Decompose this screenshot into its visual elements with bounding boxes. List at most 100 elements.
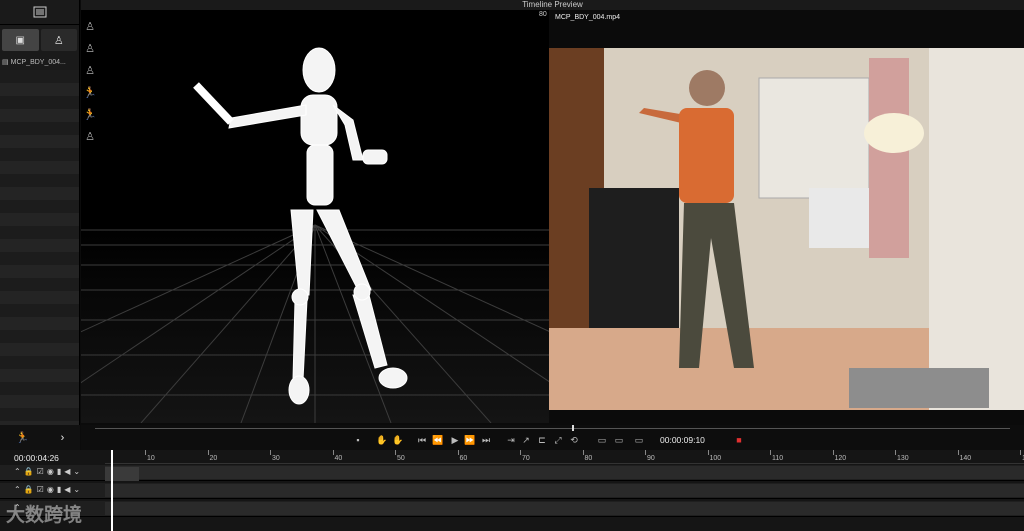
loop-icon[interactable]: ⟲	[568, 436, 580, 445]
step-back-icon[interactable]: ⏪	[432, 436, 444, 445]
ruler-tick-label: 30	[272, 455, 280, 462]
ruler-tick-label: 70	[522, 455, 530, 462]
watermark: 大数跨境	[6, 505, 83, 526]
trim-icon[interactable]: ⊏	[536, 436, 548, 445]
check-icon[interactable]: ☑	[37, 467, 44, 476]
scrub-bar[interactable]	[95, 428, 1010, 429]
ruler-tick-label: 60	[459, 455, 468, 462]
chevron-up-icon[interactable]: ⌃	[14, 485, 21, 494]
ruler-tick	[582, 450, 584, 455]
person-icon[interactable]: ♙	[83, 20, 97, 34]
sidebar: ▣ ♙ ▤ MCP_BDY_004...	[0, 0, 80, 425]
header-title: Timeline Preview	[522, 0, 583, 9]
eye-icon[interactable]: ◉	[47, 467, 54, 476]
ruler-tick-label: 110	[772, 455, 784, 462]
track-row: ⌃	[0, 501, 1024, 517]
person-icon: ♙	[53, 34, 64, 47]
mark-in-icon[interactable]: ⇥	[505, 436, 517, 445]
pose-icon[interactable]: 🏃	[83, 108, 97, 122]
comment-icon[interactable]: ▪	[352, 436, 364, 445]
clip-icon: ▤	[2, 59, 9, 66]
ruler-tick-label: 50	[397, 455, 405, 462]
list-item[interactable]: ▤ MCP_BDY_004...	[2, 58, 66, 67]
speaker-icon[interactable]: ◀	[64, 467, 70, 476]
list-icon	[33, 6, 46, 18]
ruler-tick-label: 90	[647, 455, 655, 462]
ruler-tick	[145, 450, 146, 455]
eye-icon[interactable]: ◉	[47, 485, 54, 494]
ruler-tick-label: 100	[709, 455, 722, 462]
chevron-down-icon[interactable]: ⌄	[73, 467, 80, 476]
file-label: MCP_BDY_004...	[10, 58, 66, 66]
track-lane[interactable]	[105, 466, 1024, 479]
playhead[interactable]	[111, 450, 113, 531]
timeline-timecode: 00:00:04:26	[14, 453, 59, 463]
chevron-right-icon[interactable]: ›	[61, 432, 65, 444]
ruler-tick	[1020, 450, 1021, 455]
video-title: MCP_BDY_004.mp4	[555, 14, 620, 21]
trash-icon[interactable]: ▮	[57, 485, 61, 494]
scrub-handle[interactable]	[572, 425, 574, 431]
character-toolstrip: ♙ ♙ ♙ 🏃 🏃 ♙	[83, 20, 101, 152]
ruler-tick-label: 40	[334, 455, 343, 462]
clip-icon: ▣	[15, 34, 25, 46]
trash-icon[interactable]: ▮	[57, 467, 61, 476]
hand-icon[interactable]: ✋	[392, 436, 404, 445]
frame-number: 80	[539, 11, 547, 18]
view-dual-icon[interactable]: ▭	[632, 436, 646, 445]
motion-tab[interactable]: 🏃 ›	[0, 425, 80, 450]
ruler-tick	[957, 450, 959, 455]
3d-viewport[interactable]	[81, 10, 549, 423]
ruler-tick	[270, 450, 271, 455]
tab-characters[interactable]: ♙	[40, 29, 77, 51]
clip-list	[0, 70, 79, 425]
ruler-tick	[895, 450, 896, 455]
ruler-tick-label: 20	[209, 455, 218, 462]
ruler-tick	[645, 450, 646, 455]
video-preview[interactable]	[549, 48, 1024, 410]
lock-icon[interactable]: 🔒	[24, 467, 34, 476]
hand-icon[interactable]: ✋	[376, 436, 388, 445]
person-icon[interactable]: ♙	[83, 42, 97, 56]
transport-timecode: 00:00:09:10	[660, 435, 705, 445]
trim-icon[interactable]: ⤢	[552, 436, 564, 445]
tab-clips[interactable]: ▣	[2, 29, 39, 51]
person-icon[interactable]: ♙	[83, 64, 97, 78]
skip-end-icon[interactable]: ⏭	[480, 436, 492, 445]
ruler-tick-label: 140	[959, 455, 972, 462]
ruler-tick	[332, 450, 334, 455]
speaker-icon[interactable]: ◀	[64, 485, 70, 494]
list-menu-button[interactable]	[0, 0, 79, 25]
ruler-tick	[770, 450, 771, 455]
step-forward-icon[interactable]: ⏩	[464, 436, 476, 445]
timeline-ruler[interactable]: 102030405060708090100110120130140150	[105, 450, 1024, 464]
floor-grid	[81, 47, 549, 423]
pose-icon: 🏃	[15, 432, 30, 444]
track-lane[interactable]	[105, 484, 1024, 497]
ruler-tick	[707, 450, 709, 455]
timeline-preview-header: Timeline Preview	[81, 0, 1024, 10]
mark-out-icon[interactable]: ↗	[520, 436, 532, 445]
view-split-icon[interactable]: ▭	[612, 436, 626, 445]
check-icon[interactable]: ☑	[37, 485, 44, 494]
ruler-tick-label: 10	[147, 455, 155, 462]
view-single-icon[interactable]: ▭	[595, 436, 609, 445]
skeleton-figure	[193, 47, 408, 405]
ruler-tick	[207, 450, 209, 455]
record-icon[interactable]: ■	[733, 436, 745, 445]
lock-icon[interactable]: 🔒	[24, 485, 34, 494]
ruler-tick-label: 120	[834, 455, 847, 462]
ruler-tick-label: 130	[897, 455, 909, 462]
ruler-tick	[520, 450, 521, 455]
chevron-up-icon[interactable]: ⌃	[14, 467, 21, 476]
skip-start-icon[interactable]: ⏮	[416, 436, 428, 445]
ruler-tick-label: 80	[584, 455, 593, 462]
pose-icon[interactable]: 🏃	[83, 86, 97, 100]
video-frame-image	[549, 48, 1024, 410]
play-icon[interactable]: ▶	[449, 436, 461, 445]
chevron-down-icon[interactable]: ⌄	[73, 485, 80, 494]
ruler-tick	[395, 450, 396, 455]
track-lane[interactable]	[105, 502, 1024, 515]
pose-icon[interactable]: ♙	[83, 130, 97, 144]
track-row: ⌃ 🔒 ☑ ◉ ▮ ◀ ⌄	[0, 465, 1024, 481]
